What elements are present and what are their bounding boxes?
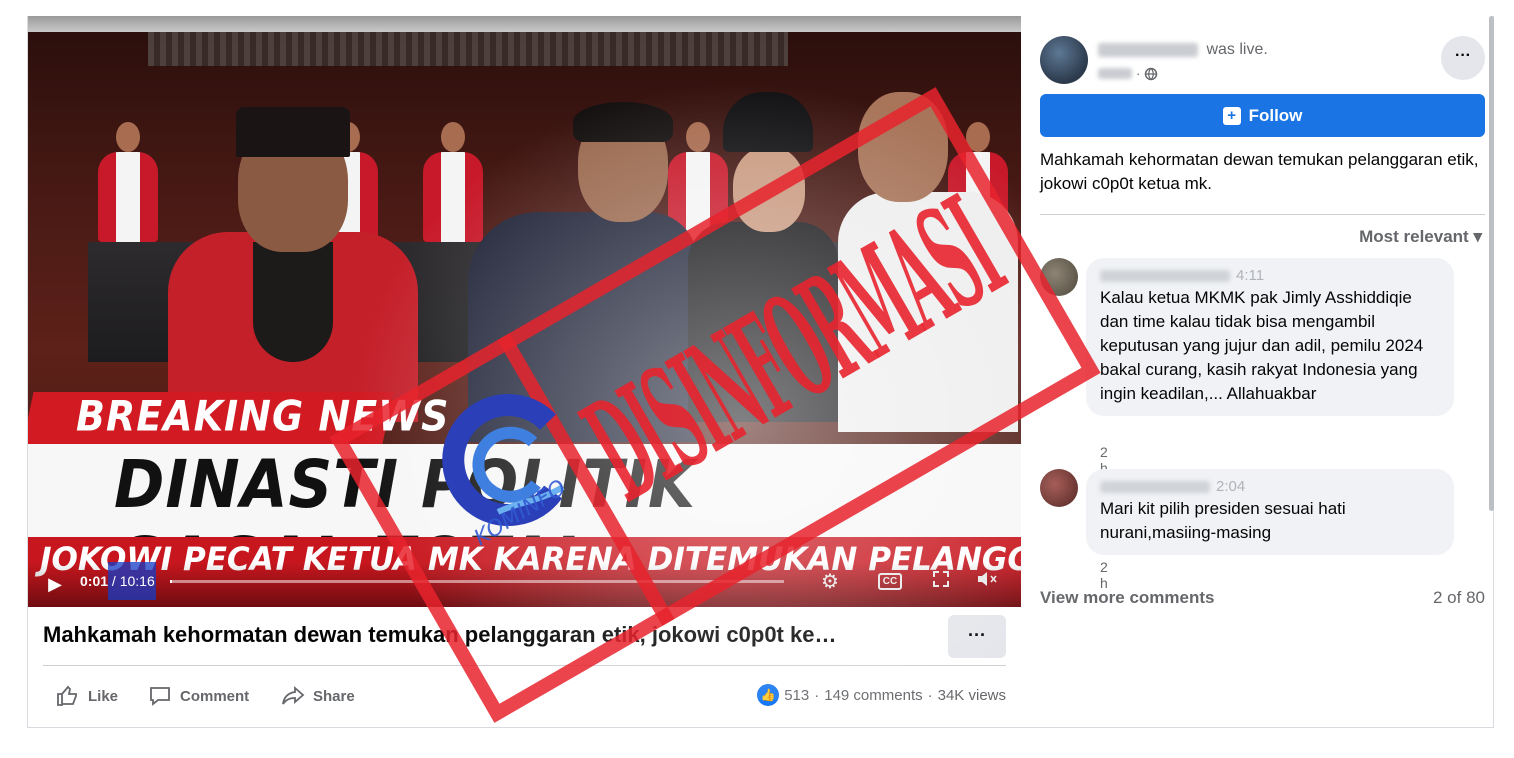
blurred-commenter-name[interactable]: [1100, 270, 1230, 282]
commenter-avatar[interactable]: [1040, 469, 1078, 507]
separator: ·: [814, 686, 820, 704]
scene-wall-panel: [148, 32, 788, 66]
scene-judge: [98, 122, 158, 242]
was-live-text: was live.: [1206, 41, 1268, 58]
duration: / 10:16: [111, 573, 155, 589]
like-reaction-icon: 👍: [757, 684, 780, 706]
scene-figure-robed: [168, 107, 418, 422]
comment-header: 2:04: [1100, 477, 1440, 497]
current-time: 0:01: [80, 573, 109, 589]
views-count: 34K views: [937, 686, 1006, 704]
blurred-poster-name[interactable]: [1098, 42, 1198, 57]
divider: [1040, 214, 1485, 215]
fullscreen-icon[interactable]: [928, 569, 954, 595]
comment-header: 4:11: [1100, 266, 1440, 286]
poster-meta: ·: [1098, 66, 1158, 81]
separator: ·: [927, 686, 933, 704]
comment-bubble: 2:04 Mari kit pilih presiden sesuai hati…: [1086, 469, 1454, 555]
post-caption: Mahkamah kehormatan dewan temukan pelang…: [1040, 150, 1479, 193]
sidebar-scrollbar[interactable]: [1489, 16, 1494, 511]
like-button[interactable]: Like: [56, 684, 118, 708]
post-title: Mahkamah kehormatan dewan temukan pelang…: [43, 622, 837, 647]
progress-track[interactable]: [170, 580, 784, 583]
scene-figure-suit: [428, 92, 698, 442]
sort-label: Most relevant: [1359, 227, 1469, 246]
thumbs-up-icon: [57, 685, 77, 706]
sidebar-more-button[interactable]: ···: [1441, 36, 1485, 80]
caret-down-icon: ▾: [1473, 227, 1482, 246]
comment-button[interactable]: Comment: [148, 684, 249, 708]
post-stats: 👍 513 · 149 comments · 34K views: [757, 684, 1006, 706]
volume-muted-icon[interactable]: [974, 569, 1000, 595]
poster-line: was live.: [1098, 41, 1268, 59]
meta-separator: ·: [1136, 66, 1141, 81]
divider: [43, 665, 1006, 666]
follow-label: Follow: [1248, 105, 1303, 125]
comment-bubble: 4:11 Kalau ketua MKMK pak Jimly Asshiddi…: [1086, 258, 1454, 416]
blurred-commenter-name[interactable]: [1100, 481, 1210, 493]
share-icon: [282, 686, 305, 705]
like-label: Like: [88, 687, 119, 705]
comment-text: Kalau ketua MKMK pak Jimly Asshiddiqie d…: [1100, 288, 1424, 403]
player-controls: [28, 562, 1021, 607]
progress-fill: [170, 580, 172, 583]
blurred-post-time[interactable]: [1098, 68, 1132, 79]
video-top-strip: [28, 16, 1021, 32]
comment-text: Mari kit pilih presiden sesuai hati nura…: [1100, 499, 1346, 542]
follow-button[interactable]: + Follow: [1040, 94, 1485, 137]
post-more-button[interactable]: ···: [948, 615, 1006, 658]
comment-label: Comment: [180, 687, 250, 705]
cc-icon[interactable]: CC: [878, 573, 902, 590]
comment-age[interactable]: 2 h: [1100, 559, 1108, 591]
commenter-avatar[interactable]: [1040, 258, 1078, 296]
reaction-count[interactable]: 513: [784, 687, 809, 704]
share-button[interactable]: Share: [281, 684, 355, 708]
settings-gear-icon[interactable]: ⚙: [817, 569, 843, 595]
scene-figure-police: [688, 92, 838, 422]
breaking-news-text: BREAKING NEWS: [76, 391, 450, 441]
share-label: Share: [313, 687, 355, 705]
view-more-comments-link[interactable]: View more comments: [1040, 588, 1214, 608]
timecode: 0:01 / 10:16: [80, 573, 155, 589]
comments-count[interactable]: 149 comments: [824, 687, 922, 704]
play-icon[interactable]: ▶: [44, 572, 66, 596]
comment-time-badge: 2:04: [1216, 478, 1246, 495]
follow-plus-icon: +: [1222, 106, 1241, 125]
comment-time-badge: 4:11: [1236, 267, 1265, 284]
scene-figure-white-shirt: [828, 92, 1018, 432]
globe-icon: [1145, 67, 1158, 80]
poster-avatar[interactable]: [1040, 36, 1088, 84]
comments-shown-count: 2 of 80: [1433, 588, 1485, 607]
comment-icon: [150, 687, 170, 706]
sort-dropdown[interactable]: Most relevant ▾: [1359, 227, 1482, 247]
